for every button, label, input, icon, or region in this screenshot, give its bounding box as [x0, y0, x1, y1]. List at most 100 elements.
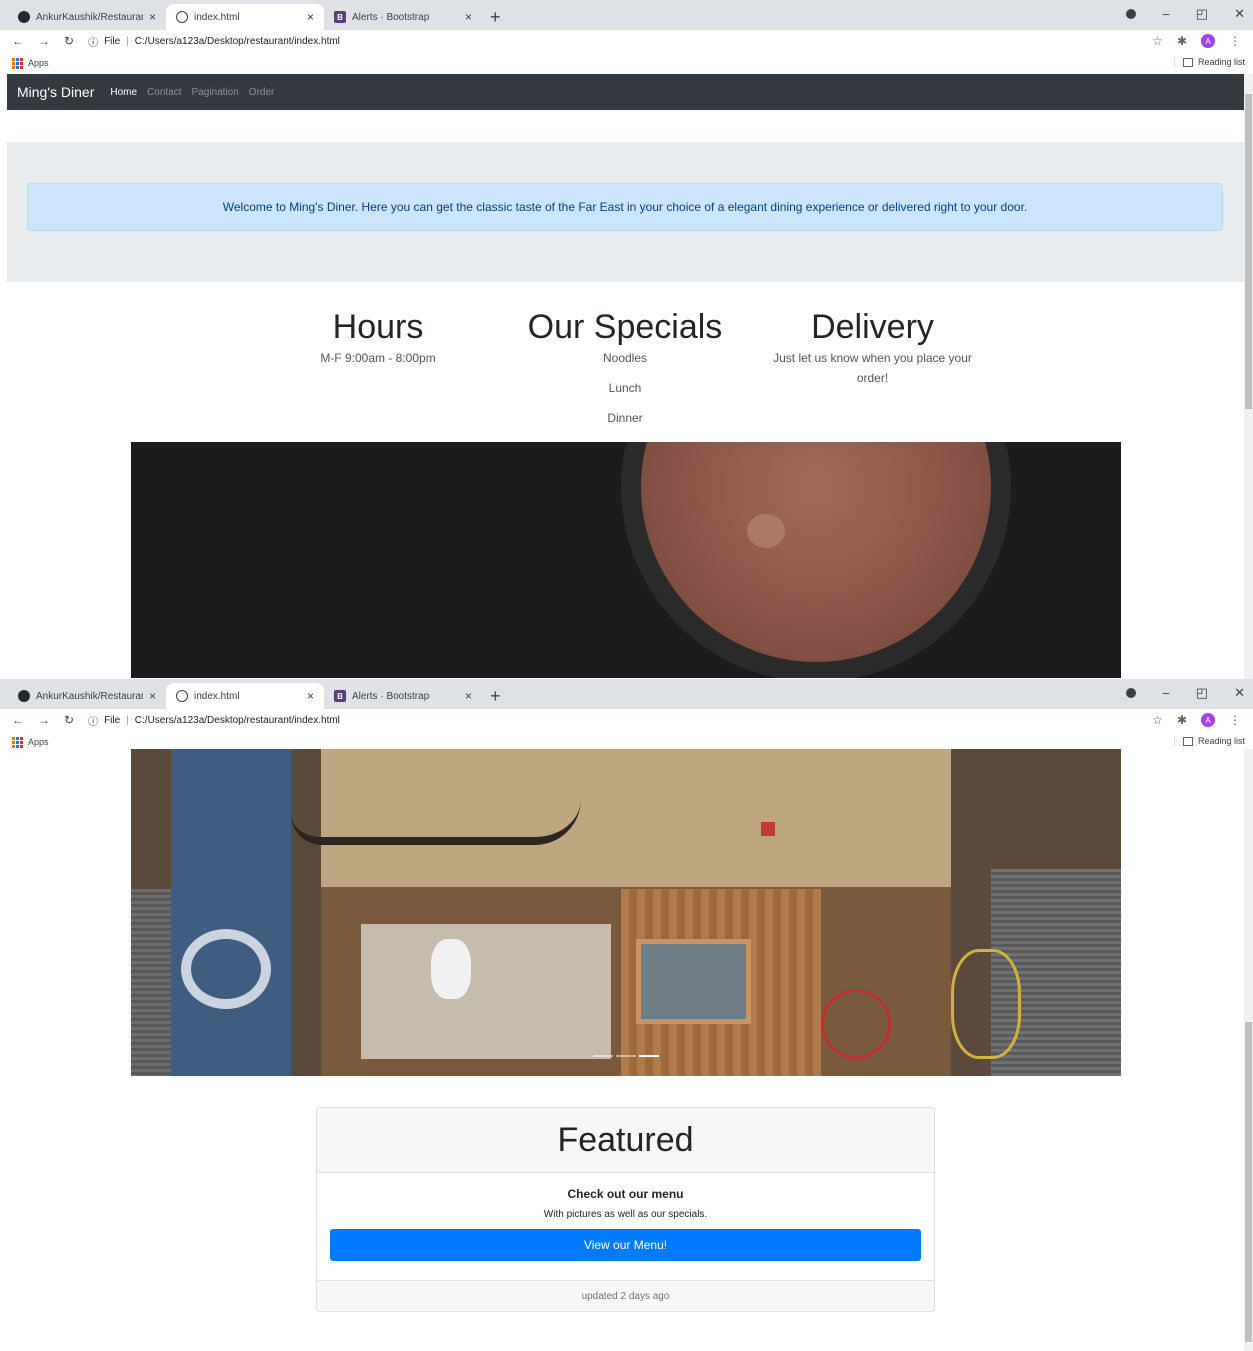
close-icon[interactable]: × — [307, 689, 314, 703]
url-scheme: File — [104, 714, 121, 726]
reading-list-icon — [1182, 57, 1193, 67]
view-menu-button[interactable]: View our Menu! — [330, 1229, 921, 1261]
carousel-indicator-3[interactable] — [639, 1055, 659, 1057]
carousel-indicator-1[interactable] — [593, 1055, 613, 1057]
minimize-icon[interactable]: − — [1162, 686, 1170, 701]
carousel-image-restaurant-front — [131, 749, 1121, 1076]
carousel-indicators — [593, 1055, 659, 1057]
url-text: C:/Users/a123a/Desktop/restaurant/index.… — [134, 35, 340, 47]
reload-icon[interactable]: ↻ — [64, 34, 74, 48]
url-text: C:/Users/a123a/Desktop/restaurant/index.… — [134, 714, 340, 726]
carousel-image-noodle-bowl — [131, 442, 1121, 678]
toolbar-right: ☆ ✱ A ⋮ — [1152, 34, 1241, 48]
new-tab-button[interactable]: + — [482, 683, 509, 709]
menu-icon[interactable]: ⋮ — [1229, 713, 1241, 727]
close-window-icon[interactable]: ✕ — [1234, 685, 1245, 701]
tab-index[interactable]: index.html × — [166, 4, 324, 30]
delivery-column: Delivery Just let us know when you place… — [765, 306, 980, 388]
tab-bootstrap[interactable]: B Alerts · Bootstrap × — [324, 683, 482, 709]
url-field[interactable]: ⓘ File | C:/Users/a123a/Desktop/restaura… — [88, 713, 340, 728]
card-header: Featured — [317, 1108, 934, 1173]
apps-icon[interactable] — [12, 57, 23, 69]
info-icon[interactable]: ⓘ — [88, 713, 98, 728]
back-icon[interactable]: ← — [12, 34, 24, 48]
back-icon[interactable]: ← — [12, 713, 24, 727]
new-tab-button[interactable]: + — [482, 4, 509, 30]
noren-banner — [171, 749, 291, 1076]
nav-link-contact[interactable]: Contact — [147, 87, 181, 98]
special-item: Dinner — [607, 411, 643, 425]
address-bar: ← → ↻ ⓘ File | C:/Users/a123a/Desktop/re… — [0, 709, 1253, 731]
bowl-highlight — [747, 514, 785, 548]
tab-strip: AnkurKaushik/Restaurant-Fronte × index.h… — [0, 0, 1253, 30]
close-icon[interactable]: × — [465, 10, 472, 24]
window-panes — [636, 939, 751, 1024]
avatar[interactable]: A — [1201, 713, 1215, 727]
alert-text: Welcome to Ming's Diner. Here you can ge… — [222, 200, 1028, 214]
avatar[interactable]: A — [1201, 34, 1215, 48]
window-controls: − ◰ ✕ — [1126, 6, 1245, 22]
bootstrap-icon: B — [334, 11, 346, 23]
tab-github[interactable]: AnkurKaushik/Restaurant-Fronte × — [8, 4, 166, 30]
hours-title: Hours — [332, 308, 424, 346]
reload-icon[interactable]: ↻ — [64, 713, 74, 727]
globe-icon — [176, 690, 188, 702]
special-item: Noodles — [602, 351, 648, 365]
github-icon — [18, 690, 30, 702]
hours-text: M-F 9:00am - 8:00pm — [320, 351, 436, 365]
red-bicycle — [821, 989, 891, 1059]
tab-title: Alerts · Bootstrap — [352, 690, 430, 702]
tab-title: AnkurKaushik/Restaurant-Fronte — [36, 690, 143, 702]
address-bar: ← → ↻ ⓘ File | C:/Users/a123a/Desktop/re… — [0, 30, 1253, 52]
shop-window — [361, 924, 611, 1059]
apps-bookmark[interactable]: Apps — [28, 737, 49, 747]
scrollbar-thumb[interactable] — [1245, 1022, 1252, 1342]
star-icon[interactable]: ☆ — [1152, 34, 1163, 48]
scrollbar-thumb[interactable] — [1245, 94, 1252, 409]
extensions-icon[interactable]: ✱ — [1177, 34, 1187, 48]
apps-bookmark[interactable]: Apps — [28, 58, 49, 68]
url-separator: | — [126, 35, 129, 47]
nav-link-pagination[interactable]: Pagination — [192, 87, 239, 98]
record-icon[interactable] — [1126, 688, 1137, 698]
card-body: Check out our menu With pictures as well… — [317, 1173, 934, 1280]
nav-link-order[interactable]: Order — [249, 87, 275, 98]
record-icon[interactable] — [1126, 9, 1137, 19]
sign-seal — [761, 822, 775, 836]
sign-calligraphy — [291, 799, 581, 845]
info-icon[interactable]: ⓘ — [88, 34, 98, 49]
restore-icon[interactable]: ◰ — [1196, 685, 1208, 701]
tab-title: Alerts · Bootstrap — [352, 11, 430, 23]
tab-github[interactable]: AnkurKaushik/Restaurant-Fronte × — [8, 683, 166, 709]
menu-icon[interactable]: ⋮ — [1229, 34, 1241, 48]
reading-list-button[interactable]: Reading list — [1173, 736, 1245, 746]
close-window-icon[interactable]: ✕ — [1234, 6, 1245, 22]
forward-icon[interactable]: → — [38, 34, 50, 48]
close-icon[interactable]: × — [149, 689, 156, 703]
close-icon[interactable]: × — [465, 689, 472, 703]
carousel-indicator-2[interactable] — [616, 1055, 636, 1057]
lantern — [431, 939, 471, 999]
tab-index[interactable]: index.html × — [166, 683, 324, 709]
specials-column: Our Specials Noodles Lunch Dinner — [520, 306, 730, 438]
minimize-icon[interactable]: − — [1162, 7, 1170, 22]
navbar-brand[interactable]: Ming's Diner — [17, 84, 94, 100]
url-field[interactable]: ⓘ File | C:/Users/a123a/Desktop/restaura… — [88, 34, 340, 49]
forward-icon[interactable]: → — [38, 713, 50, 727]
bookmarks-bar: Apps Reading list — [0, 52, 1253, 74]
delivery-text: Just let us know when you place your ord… — [773, 351, 972, 385]
apps-icon[interactable] — [12, 736, 23, 748]
tab-bootstrap[interactable]: B Alerts · Bootstrap × — [324, 4, 482, 30]
extensions-icon[interactable]: ✱ — [1177, 713, 1187, 727]
globe-icon — [176, 11, 188, 23]
close-icon[interactable]: × — [307, 10, 314, 24]
reading-list-button[interactable]: Reading list — [1173, 57, 1245, 67]
url-separator: | — [126, 714, 129, 726]
specials-title: Our Specials — [527, 308, 723, 346]
star-icon[interactable]: ☆ — [1152, 713, 1163, 727]
close-icon[interactable]: × — [149, 10, 156, 24]
banner-wave — [181, 929, 271, 1009]
nav-link-home[interactable]: Home — [110, 87, 137, 98]
restore-icon[interactable]: ◰ — [1196, 6, 1208, 22]
card-title: Check out our menu — [567, 1187, 684, 1201]
